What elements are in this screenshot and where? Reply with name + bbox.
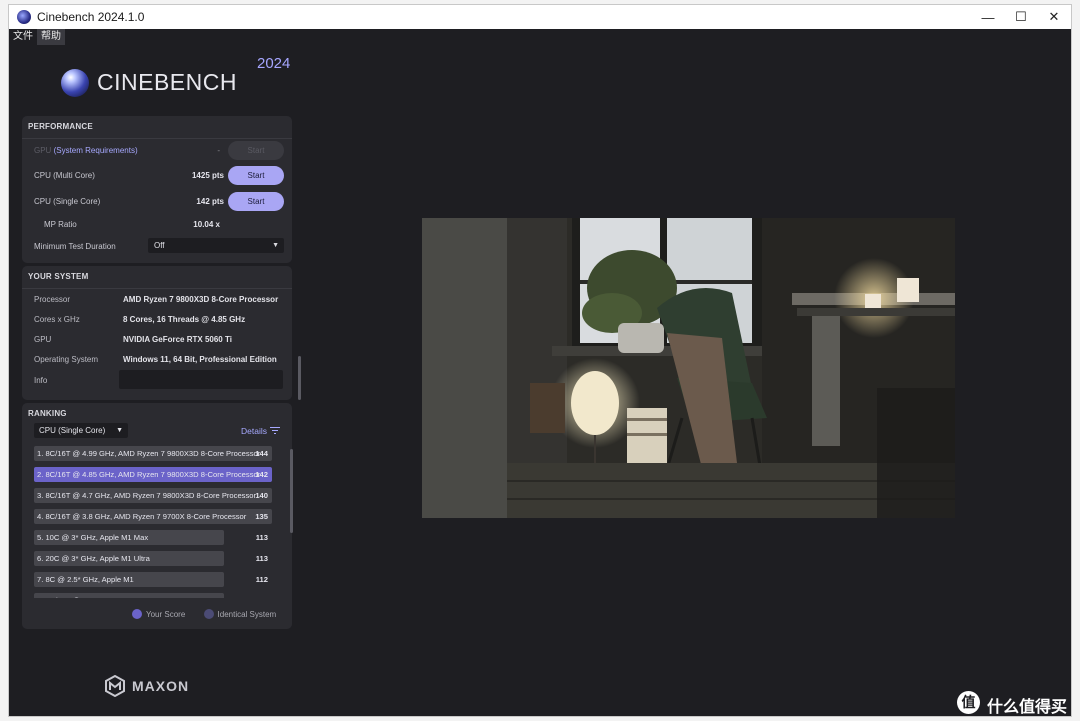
cinebench-logo-icon (61, 69, 89, 97)
ranking-item-label: 1. 8C/16T @ 4.99 GHz, AMD Ryzen 7 9800X3… (37, 449, 261, 458)
ranking-item-score: 112 (255, 575, 268, 584)
performance-panel: PERFORMANCE GPU (System Requirements) - … (22, 116, 292, 263)
ranking-item[interactable]: 7. 8C @ 2.5* GHz, Apple M1 112 (34, 572, 272, 587)
cpu-single-score: 142 pts (196, 197, 224, 206)
system-title: YOUR SYSTEM (28, 272, 89, 281)
ranking-item-label: 4. 8C/16T @ 3.8 GHz, AMD Ryzen 7 9700X 8… (37, 512, 247, 521)
close-button[interactable]: ✕ (1037, 5, 1071, 29)
system-requirements-link[interactable]: (System Requirements) (54, 146, 138, 155)
caret-down-icon: ▼ (272, 242, 279, 249)
system-panel: YOUR SYSTEM Processor AMD Ryzen 7 9800X3… (22, 266, 301, 400)
ranking-item[interactable]: 4. 8C/16T @ 3.8 GHz, AMD Ryzen 7 9700X 8… (34, 509, 272, 524)
ranking-item[interactable]: 3. 8C/16T @ 4.7 GHz, AMD Ryzen 7 9800X3D… (34, 488, 272, 503)
mp-ratio-label: MP Ratio (44, 220, 77, 229)
mp-ratio-row: MP Ratio 10.04 x (34, 215, 284, 235)
divider (22, 288, 292, 289)
menu-bar: 文件 帮助 (9, 29, 65, 45)
app-window: Cinebench 2024.1.0 — ☐ ✕ 文件 帮助 CINEBENCH… (8, 4, 1072, 717)
maxon-text: MAXON (132, 678, 190, 694)
gpu-start-button[interactable]: Start (228, 141, 284, 160)
ranking-item-score: 142 (255, 470, 268, 479)
details-label: Details (241, 426, 267, 436)
ranking-type-select[interactable]: CPU (Single Core) ▼ (34, 423, 128, 438)
minimize-button[interactable]: — (971, 5, 1005, 29)
min-duration-value: Off (154, 241, 165, 250)
cpu-single-label: CPU (Single Core) (34, 197, 101, 206)
ranking-item-score: 144 (255, 449, 268, 458)
brand-year: 2024 (257, 55, 291, 72)
performance-title: PERFORMANCE (28, 122, 93, 131)
system-value: Windows 11, 64 Bit, Professional Edition (123, 355, 277, 364)
ranking-item[interactable]: 2. 8C/16T @ 4.85 GHz, AMD Ryzen 7 9800X3… (34, 467, 272, 482)
legend-identical-system: Identical System (217, 610, 277, 619)
mp-ratio-value: 10.04 x (193, 220, 220, 229)
smzdm-logo-icon: 值 (957, 691, 980, 714)
system-value: NVIDIA GeForce RTX 5060 Ti (123, 335, 232, 344)
ranking-item[interactable]: 5. 10C @ 3* GHz, Apple M1 Max 113 (34, 530, 272, 545)
ranking-list: 1. 8C/16T @ 4.99 GHz, AMD Ryzen 7 9800X3… (34, 446, 272, 598)
brand-name: CINEBENCH (97, 69, 237, 95)
cpu-multi-score: 1425 pts (191, 171, 224, 180)
cpu-single-start-button[interactable]: Start (228, 192, 284, 211)
ranking-item-score: 96 (234, 596, 268, 598)
info-input[interactable] (119, 370, 283, 389)
ranking-item[interactable]: 1. 8C/16T @ 4.99 GHz, AMD Ryzen 7 9800X3… (34, 446, 272, 461)
gpu-row: GPU (System Requirements) - Start (34, 141, 284, 161)
menu-help[interactable]: 帮助 (37, 29, 65, 45)
filter-icon (270, 427, 280, 435)
ranking-item-label: 3. 8C/16T @ 4.7 GHz, AMD Ryzen 7 9800X3D… (37, 491, 257, 500)
divider (22, 138, 292, 139)
system-key: GPU (34, 335, 52, 344)
ranking-type-value: CPU (Single Core) (39, 426, 106, 435)
maxon-logo-icon (105, 675, 125, 697)
system-key: Info (34, 376, 48, 385)
system-key: Cores x GHz (34, 315, 80, 324)
gpu-label: GPU (34, 146, 52, 155)
ranking-scrollbar[interactable] (290, 449, 293, 533)
identical-system-dot (203, 609, 214, 619)
system-key: Operating System (34, 355, 99, 364)
cpu-multi-label: CPU (Multi Core) (34, 171, 95, 180)
window-title: Cinebench 2024.1.0 (37, 10, 145, 24)
cinebench-app-icon (17, 10, 31, 24)
legend-your-score: Your Score (146, 610, 186, 619)
render-preview (422, 218, 955, 518)
ranking-item-score: 140 (255, 491, 268, 500)
watermark-text: 什么值得买 (987, 699, 1068, 716)
cpu-multi-start-button[interactable]: Start (228, 166, 284, 185)
maximize-button[interactable]: ☐ (1004, 5, 1038, 29)
min-duration-select[interactable]: Off ▼ (148, 238, 284, 253)
ranking-item[interactable]: 8. 8C/16T @ 3.8 GHz, AMD Ryzen 7 5800X 8… (34, 593, 272, 598)
title-bar: Cinebench 2024.1.0 — ☐ ✕ (9, 5, 1071, 29)
system-scrollbar[interactable] (298, 356, 301, 400)
render-scene-image (422, 218, 955, 518)
min-duration-row: Minimum Test Duration Off ▼ (34, 237, 284, 257)
ranking-legend: Your Score Identical System (132, 609, 276, 619)
ranking-item-label: 2. 8C/16T @ 4.85 GHz, AMD Ryzen 7 9800X3… (37, 470, 261, 479)
cpu-multi-row: CPU (Multi Core) 1425 pts Start (34, 166, 284, 186)
ranking-title: RANKING (28, 409, 67, 418)
menu-file[interactable]: 文件 (9, 29, 37, 45)
min-duration-label: Minimum Test Duration (34, 242, 116, 251)
ranking-item-label: 7. 8C @ 2.5* GHz, Apple M1 (37, 575, 134, 584)
gpu-score: - (217, 146, 220, 155)
ranking-item[interactable]: 6. 20C @ 3* GHz, Apple M1 Ultra 113 (34, 551, 272, 566)
your-score-dot (132, 609, 142, 619)
caret-down-icon: ▼ (116, 427, 123, 434)
cpu-single-row: CPU (Single Core) 142 pts Start (34, 192, 284, 212)
ranking-item-label: 8. 8C/16T @ 3.8 GHz, AMD Ryzen 7 5800X 8… (37, 596, 215, 598)
ranking-item-score: 135 (255, 512, 268, 521)
ranking-item-label: 5. 10C @ 3* GHz, Apple M1 Max (37, 533, 149, 542)
ranking-item-label: 6. 20C @ 3* GHz, Apple M1 Ultra (37, 554, 150, 563)
system-value: AMD Ryzen 7 9800X3D 8-Core Processor (123, 295, 279, 304)
system-key: Processor (34, 295, 71, 304)
system-value: 8 Cores, 16 Threads @ 4.85 GHz (123, 315, 246, 324)
ranking-item-score: 113 (255, 533, 268, 542)
details-button[interactable]: Details (241, 426, 280, 436)
ranking-panel: RANKING CPU (Single Core) ▼ Details 1. 8… (22, 403, 293, 629)
ranking-item-score: 113 (255, 554, 268, 563)
